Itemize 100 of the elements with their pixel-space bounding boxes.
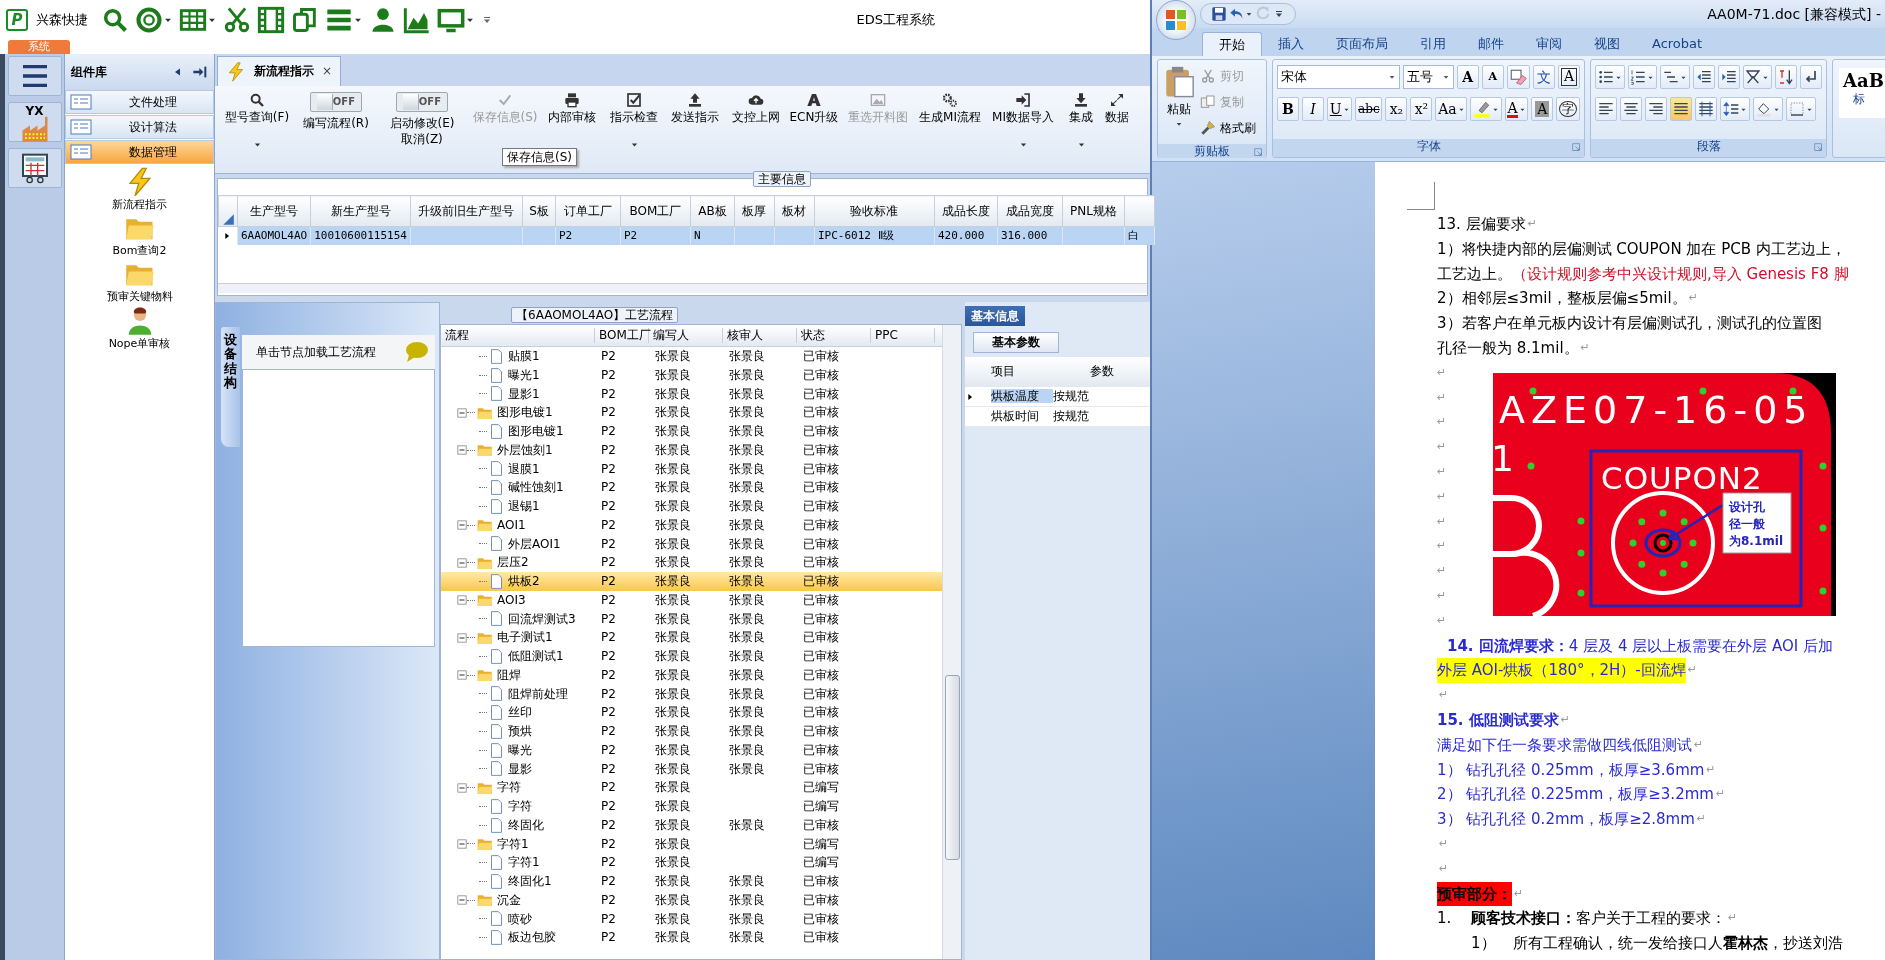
paste-button[interactable]: 粘贴 [1162, 64, 1196, 140]
toggle-switch[interactable]: OFF [396, 92, 448, 112]
tree-row[interactable]: 烘板2 P2 张景良 张景良 已审核 [441, 572, 942, 591]
component-label[interactable]: Nope单审核 [108, 336, 171, 350]
tree-row[interactable]: 回流焊测试3 P2 张景良 张景良 已审核 [441, 609, 942, 629]
collapse-icon[interactable] [457, 595, 467, 606]
font-combo[interactable]: 宋体 [1277, 65, 1401, 89]
collapse-icon[interactable] [457, 520, 467, 531]
tree-row[interactable]: 字符 P2 张景良 已编写 [441, 778, 942, 797]
ribbon-button[interactable]: 字 [1556, 97, 1580, 121]
toolbar-button[interactable]: ECN升级 [787, 86, 841, 173]
toolbar-button[interactable]: 集成 [1061, 86, 1101, 173]
tree-row[interactable]: 喷砂 P2 张景良 张景良 已审核 [441, 909, 942, 929]
toolbar-button[interactable]: MI数据导入 [985, 86, 1061, 173]
ribbon-button[interactable]: abc [1355, 97, 1383, 121]
panel-tab[interactable]: 基本信息 [965, 306, 1025, 327]
collapse-icon[interactable] [457, 557, 467, 568]
ribbon-tab[interactable]: Acrobat [1636, 32, 1719, 56]
size-combo[interactable]: 五号 [1403, 65, 1454, 89]
nav-button[interactable]: YX [7, 102, 62, 142]
tree-row[interactable]: 图形电镀1 P2 张景良 张景良 已审核 [441, 403, 942, 422]
ribbon-button[interactable] [1742, 65, 1772, 89]
tree-row[interactable]: AOI1 P2 张景良 张景良 已审核 [441, 515, 942, 535]
ribbon-button[interactable] [1786, 97, 1816, 121]
tree-row[interactable]: 字符1 P2 张景良 已编写 [441, 834, 942, 854]
tree-row[interactable]: 曝光 P2 张景良 张景良 已审核 [441, 740, 942, 760]
toolbar-button[interactable]: 生成MI流程 [915, 86, 985, 173]
tree-row[interactable]: AOI3 P2 张景良 张景良 已审核 [441, 590, 942, 610]
component-label[interactable]: 新流程指示 [112, 198, 167, 212]
ribbon-tab[interactable]: 邮件 [1462, 32, 1520, 56]
ribbon-button[interactable] [1717, 65, 1740, 89]
toggle-switch[interactable]: OFF [310, 92, 362, 112]
ribbon-button[interactable]: x² [1410, 97, 1433, 121]
ribbon-button[interactable] [1627, 65, 1657, 89]
ribbon-button[interactable]: 格式刷 [1200, 116, 1256, 140]
panel-tab[interactable]: 基本参数 [973, 332, 1059, 353]
tree-row[interactable]: 贴膜1 P2 张景良 张景良 已审核 [441, 347, 942, 366]
collapse-icon[interactable] [457, 445, 467, 456]
collapse-icon[interactable] [457, 670, 467, 681]
tree-row[interactable]: 字符 P2 张景良 已编写 [441, 797, 942, 816]
office-button[interactable] [1156, 0, 1196, 40]
toolbar-button[interactable] [1211, 6, 1227, 22]
document-tab[interactable]: 新流程指示 × [217, 56, 342, 86]
tree-row[interactable]: 预烘 P2 张景良 张景良 已审核 [441, 722, 942, 741]
toolbar-button[interactable]: 指示检查 [603, 86, 665, 173]
component-label[interactable]: 预审关键物料 [106, 290, 173, 304]
tree-row[interactable]: 板边包胶 P2 张景良 张景良 已审核 [441, 928, 942, 947]
tree-row[interactable]: 层压2 P2 张景良 张景良 已审核 [441, 553, 942, 572]
tree-row[interactable]: 图形电镀1 P2 张景良 张景良 已审核 [441, 422, 942, 441]
tree-row[interactable]: 退锡1 P2 张景良 张景良 已审核 [441, 497, 942, 516]
ribbon-button[interactable]: A [1456, 65, 1479, 89]
toolbar-button[interactable]: 文控上网 [725, 86, 787, 173]
tree-row[interactable]: 电子测试1 P2 张景良 张景良 已审核 [441, 628, 942, 647]
tree-row[interactable]: 显影 P2 张景良 张景良 已审核 [441, 759, 942, 779]
ribbon-button[interactable]: A [1558, 65, 1580, 89]
collapse-icon[interactable] [457, 407, 467, 418]
ribbon-button[interactable] [1775, 65, 1797, 89]
tree-row[interactable]: 丝印 P2 张景良 张景良 已审核 [441, 703, 942, 722]
tree-row[interactable]: 终固化1 P2 张景良 张景良 已审核 [441, 872, 942, 891]
ribbon-button[interactable] [1720, 97, 1750, 121]
scrollbar[interactable] [218, 283, 1147, 293]
ribbon-button[interactable]: A [1481, 65, 1504, 89]
ribbon-tab[interactable]: 视图 [1578, 32, 1636, 56]
ribbon-tab[interactable]: 引用 [1404, 32, 1462, 56]
collapse-icon[interactable] [457, 838, 467, 849]
tree-row[interactable]: 显影1 P2 张景良 张景良 已审核 [441, 384, 942, 404]
toolbar-button[interactable]: 型号查询(F) [217, 86, 297, 173]
ribbon-button[interactable] [1595, 65, 1625, 89]
collapse-icon[interactable] [457, 632, 467, 643]
ribbon-tab[interactable]: 插入 [1262, 32, 1320, 56]
align-button[interactable] [1695, 97, 1717, 121]
ribbon-button[interactable]: B [1277, 97, 1299, 121]
tree-row[interactable]: 外层AOI1 P2 张景良 张景良 已审核 [441, 534, 942, 554]
align-button[interactable] [1620, 97, 1642, 121]
tree-row[interactable]: 碱性蚀刻1 P2 张景良 张景良 已审核 [441, 478, 942, 497]
ribbon-button[interactable] [1660, 65, 1690, 89]
tree-row[interactable]: 低阻测试1 P2 张景良 张景良 已审核 [441, 647, 942, 666]
ribbon-button[interactable] [1800, 65, 1822, 89]
collapse-icon[interactable] [457, 895, 467, 906]
category-item[interactable]: 设计算法 [65, 115, 214, 139]
component-label[interactable]: Bom查询2 [112, 244, 167, 258]
ribbon-button[interactable]: U [1327, 97, 1353, 121]
ribbon-button[interactable]: 文 [1533, 65, 1555, 89]
tree-row[interactable]: 退膜1 P2 张景良 张景良 已审核 [441, 459, 942, 479]
ribbon-button[interactable]: Aa [1435, 97, 1468, 121]
toolbar-button[interactable]: 发送指示 [665, 86, 725, 173]
ribbon-button[interactable]: A [1531, 97, 1554, 121]
nav-button[interactable] [7, 148, 62, 188]
tree-row[interactable]: 终固化 P2 张景良 张景良 已审核 [441, 815, 942, 835]
close-button[interactable]: × [322, 64, 333, 79]
ribbon-button[interactable]: A [1504, 97, 1529, 121]
style-sample[interactable]: AaB [1843, 70, 1884, 92]
table-row[interactable]: 烘板温度 按规范 [965, 386, 1150, 407]
ribbon-tab[interactable]: 页面布局 [1320, 32, 1404, 56]
nav-button[interactable] [7, 56, 62, 96]
ribbon-button[interactable]: x₂ [1385, 97, 1408, 121]
tree-row[interactable]: 阻焊前处理 P2 张景良 张景良 已审核 [441, 684, 942, 704]
ribbon-button[interactable] [1692, 65, 1715, 89]
category-item[interactable]: 数据管理 [65, 140, 214, 164]
tree-row[interactable]: 沉金 P2 张景良 张景良 已审核 [441, 890, 942, 910]
